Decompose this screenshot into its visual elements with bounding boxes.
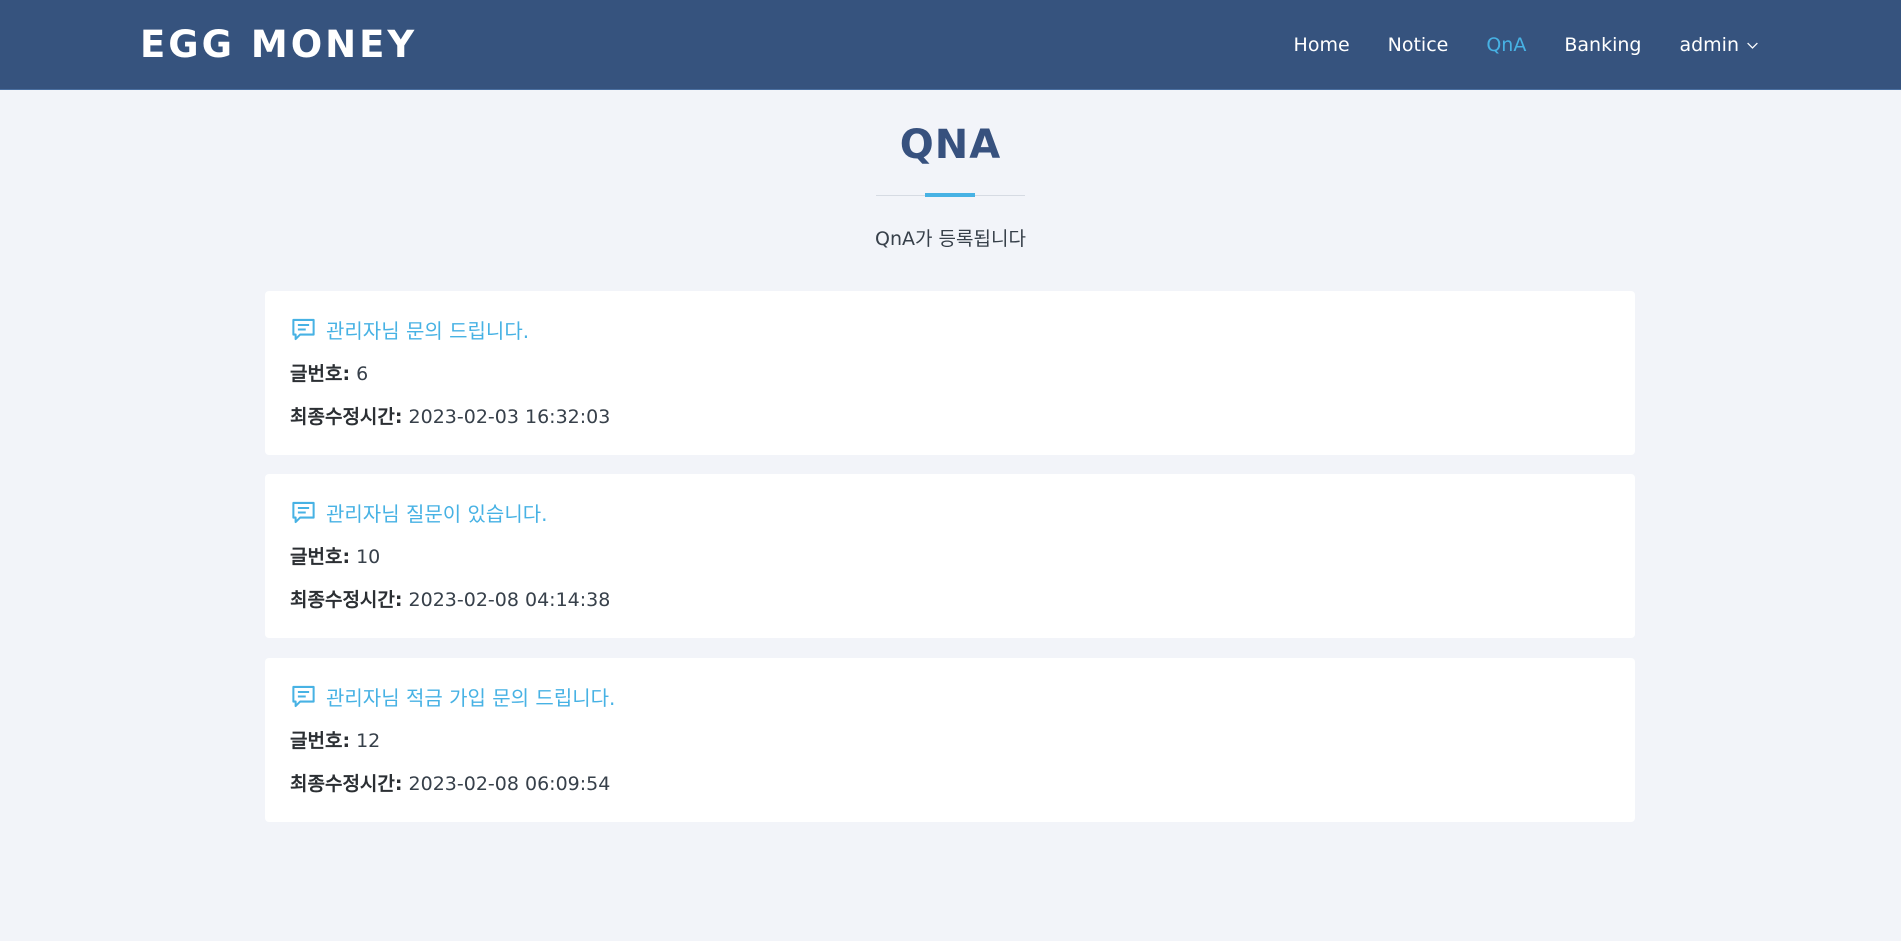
page-subtitle: QnA가 등록됩니다 bbox=[875, 228, 1026, 250]
qna-post-modified: 최종수정시간: 2023-02-08 06:09:54 bbox=[290, 769, 610, 796]
post-modified-value: 2023-02-08 06:09:54 bbox=[408, 773, 611, 795]
post-number-value: 6 bbox=[356, 363, 369, 385]
post-modified-value: 2023-02-03 16:32:03 bbox=[408, 406, 611, 428]
qna-post-title: 관리자님 적금 가입 문의 드립니다. bbox=[326, 686, 616, 710]
qna-card: 관리자님 문의 드립니다. 글번호: 6 최종수정시간: 2023-02-03 … bbox=[265, 291, 1635, 455]
nav-banking[interactable]: Banking bbox=[1564, 34, 1641, 56]
nav-home[interactable]: Home bbox=[1294, 34, 1350, 56]
post-modified-value: 2023-02-08 04:14:38 bbox=[408, 589, 611, 611]
post-modified-label: 최종수정시간: bbox=[290, 406, 403, 428]
qna-post-link[interactable]: 관리자님 질문이 있습니다. bbox=[290, 498, 547, 527]
qna-post-modified: 최종수정시간: 2023-02-08 04:14:38 bbox=[290, 585, 610, 612]
qna-post-modified: 최종수정시간: 2023-02-03 16:32:03 bbox=[290, 402, 610, 429]
chat-text-icon bbox=[292, 685, 315, 708]
qna-post-title: 관리자님 질문이 있습니다. bbox=[326, 502, 548, 526]
qna-card: 관리자님 적금 가입 문의 드립니다. 글번호: 12 최종수정시간: 2023… bbox=[265, 658, 1635, 822]
post-modified-label: 최종수정시간: bbox=[290, 773, 403, 795]
post-modified-label: 최종수정시간: bbox=[290, 589, 403, 611]
post-number-value: 12 bbox=[356, 730, 381, 752]
post-number-label: 글번호: bbox=[290, 363, 351, 385]
nav-home-label: Home bbox=[1293, 34, 1350, 56]
post-number-label: 글번호: bbox=[290, 730, 351, 752]
page-title: QNA bbox=[899, 122, 1002, 168]
chat-text-icon bbox=[292, 501, 315, 524]
qna-post-link[interactable]: 관리자님 적금 가입 문의 드립니다. bbox=[290, 682, 615, 711]
post-number-value: 10 bbox=[356, 546, 381, 568]
nav-notice[interactable]: Notice bbox=[1388, 34, 1449, 56]
nav-qna[interactable]: QnA bbox=[1486, 34, 1526, 56]
site-logo[interactable]: EGG MONEY bbox=[140, 22, 417, 68]
top-navbar: EGG MONEY Home Notice QnA Banking admin bbox=[0, 0, 1901, 90]
qna-post-number: 글번호: 12 bbox=[290, 726, 380, 753]
qna-card: 관리자님 질문이 있습니다. 글번호: 10 최종수정시간: 2023-02-0… bbox=[265, 474, 1635, 638]
nav-qna-label: QnA bbox=[1486, 34, 1527, 56]
qna-post-number: 글번호: 10 bbox=[290, 542, 380, 569]
main-nav: Home Notice QnA Banking admin bbox=[1256, 0, 1759, 90]
chevron-down-icon bbox=[1747, 42, 1758, 49]
qna-post-link[interactable]: 관리자님 문의 드립니다. bbox=[290, 315, 529, 344]
nav-admin-dropdown[interactable]: admin bbox=[1679, 34, 1759, 56]
qna-post-title: 관리자님 문의 드립니다. bbox=[326, 319, 530, 343]
qna-post-number: 글번호: 6 bbox=[290, 359, 368, 386]
chat-text-icon bbox=[292, 318, 315, 341]
title-divider-accent bbox=[925, 193, 975, 197]
post-number-label: 글번호: bbox=[290, 546, 351, 568]
nav-admin-label: admin bbox=[1679, 34, 1739, 56]
nav-banking-label: Banking bbox=[1564, 34, 1642, 56]
nav-notice-label: Notice bbox=[1387, 34, 1449, 56]
